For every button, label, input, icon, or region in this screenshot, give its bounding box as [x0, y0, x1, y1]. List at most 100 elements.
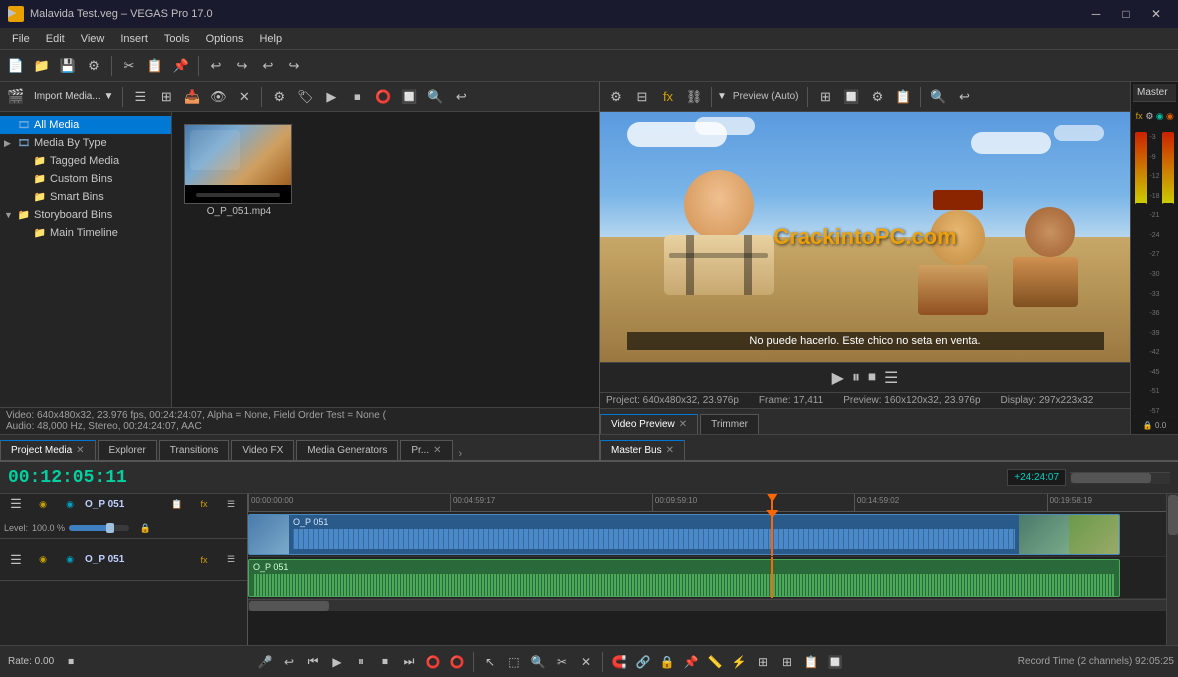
play-button[interactable]: ▶: [319, 85, 343, 109]
fx-button[interactable]: fx: [1135, 104, 1143, 128]
media-item-1[interactable]: O_P_051.mp4: [184, 124, 294, 217]
tab-close-icon[interactable]: ✕: [76, 445, 84, 456]
tab-master-bus[interactable]: Master Bus ✕: [600, 440, 685, 460]
cut-button[interactable]: ✂: [117, 54, 141, 78]
tree-custom-bins[interactable]: 📁 Custom Bins: [0, 170, 171, 188]
preview-stop-button[interactable]: ⏹: [868, 369, 876, 387]
tree-media-by-type[interactable]: ▶ 🎞 Media By Type: [0, 134, 171, 152]
close-media-button[interactable]: ✕: [232, 85, 256, 109]
preview-menu-button[interactable]: ☰: [884, 368, 898, 388]
tab-video-preview[interactable]: Video Preview ✕: [600, 414, 698, 434]
audio-solo[interactable]: ◉: [58, 548, 82, 572]
auto-button[interactable]: ⚡: [728, 651, 750, 673]
preview-safe-button[interactable]: 🔲: [839, 85, 863, 109]
marker-button[interactable]: 📌: [680, 651, 702, 673]
preview-chain-button[interactable]: ⛓: [682, 85, 706, 109]
timeline-h-scrollbar[interactable]: [248, 599, 1166, 611]
zoom-tool[interactable]: 🔍: [527, 651, 549, 673]
audio-collapse[interactable]: ☰: [219, 548, 243, 572]
track-collapse[interactable]: ☰: [219, 494, 243, 516]
level-handle[interactable]: [106, 523, 114, 533]
delete-tool[interactable]: ✕: [575, 651, 597, 673]
master-settings[interactable]: ⚙: [1145, 104, 1153, 128]
rec-play[interactable]: ▶: [326, 651, 348, 673]
menu-help[interactable]: Help: [251, 31, 290, 47]
save-button[interactable]: 💾: [56, 54, 80, 78]
mic-button[interactable]: 🎤: [254, 651, 276, 673]
tree-storyboard-bins[interactable]: ▼ 📁 Storyboard Bins: [0, 206, 171, 224]
tab-video-fx[interactable]: Video FX: [231, 440, 294, 460]
timeline-scrollbar-h[interactable]: [1070, 472, 1170, 484]
select-tool[interactable]: ⬚: [503, 651, 525, 673]
cursor-tool[interactable]: ↖: [479, 651, 501, 673]
preview-zoom-in[interactable]: ↩: [952, 85, 976, 109]
video-clip[interactable]: O_P 051: [248, 514, 1120, 555]
tree-main-timeline[interactable]: 📁 Main Timeline: [0, 224, 171, 242]
rec-loop[interactable]: ⭕: [422, 651, 444, 673]
preview-grid-button[interactable]: ⊞: [813, 85, 837, 109]
preview-settings-button[interactable]: ⚙: [604, 85, 628, 109]
tab-project-media[interactable]: Project Media ✕: [0, 440, 96, 460]
more-button4[interactable]: 🔲: [824, 651, 846, 673]
timeline-v-scrollbar[interactable]: [1166, 494, 1178, 645]
menu-view[interactable]: View: [73, 31, 113, 47]
audio-clip[interactable]: O_P 051: [248, 559, 1120, 597]
tab-trimmer[interactable]: Trimmer: [700, 414, 759, 434]
region-button[interactable]: 📏: [704, 651, 726, 673]
rec-end[interactable]: ⏭: [398, 651, 420, 673]
tab-transitions[interactable]: Transitions: [159, 440, 230, 460]
ripple-button[interactable]: 🔗: [632, 651, 654, 673]
preview-snap-button[interactable]: 📋: [891, 85, 915, 109]
close-button[interactable]: ✕: [1142, 4, 1170, 24]
track-expand[interactable]: ☰: [4, 494, 28, 516]
reset-button[interactable]: ↩: [449, 85, 473, 109]
rec-pause[interactable]: ⏸: [350, 651, 372, 673]
level-slider[interactable]: [69, 525, 129, 531]
menu-options[interactable]: Options: [198, 31, 252, 47]
preview-pause-button[interactable]: ⏸: [852, 369, 860, 387]
preview-fx-button[interactable]: fx: [656, 85, 680, 109]
cut-tool[interactable]: ✂: [551, 651, 573, 673]
preview-split-button[interactable]: ⊟: [630, 85, 654, 109]
maximize-button[interactable]: □: [1112, 4, 1140, 24]
tree-all-media[interactable]: 🎞 All Media: [0, 116, 171, 134]
open-button[interactable]: 📁: [30, 54, 54, 78]
undo-button[interactable]: ↩: [204, 54, 228, 78]
audio-expand[interactable]: ☰: [4, 548, 28, 572]
loop-button[interactable]: ⭕: [371, 85, 395, 109]
magnify-button[interactable]: 🔍: [423, 85, 447, 109]
tree-tagged-media[interactable]: 📁 Tagged Media: [0, 152, 171, 170]
tab-pr-close[interactable]: ✕: [433, 445, 441, 456]
import-media-button[interactable]: Import Media... ▼: [30, 85, 117, 109]
rec-to-start[interactable]: ⏮: [302, 651, 324, 673]
preview-mode-dropdown[interactable]: Preview (Auto): [729, 85, 803, 109]
menu-insert[interactable]: Insert: [112, 31, 156, 47]
tab-explorer[interactable]: Explorer: [98, 440, 157, 460]
rate-reset[interactable]: ⏹: [60, 651, 82, 673]
audio-mute[interactable]: ◉: [31, 548, 55, 572]
master-something2[interactable]: ◉: [1166, 104, 1174, 128]
master-something[interactable]: ◉: [1156, 104, 1164, 128]
v-scroll-thumb[interactable]: [1168, 495, 1178, 535]
lock-button[interactable]: 🔒: [656, 651, 678, 673]
tab-add-button[interactable]: ›: [455, 448, 467, 460]
tag-button[interactable]: 🏷: [293, 85, 317, 109]
more-button2[interactable]: ⊞: [776, 651, 798, 673]
track-fx[interactable]: fx: [192, 494, 216, 516]
menu-file[interactable]: File: [4, 31, 38, 47]
properties-button[interactable]: ⚙: [82, 54, 106, 78]
rec-rewind[interactable]: ↩: [278, 651, 300, 673]
copy-button[interactable]: 📋: [143, 54, 167, 78]
preview-play-button[interactable]: ▶: [832, 368, 844, 388]
rec-loop2[interactable]: ⭕: [446, 651, 468, 673]
tab-vp-close[interactable]: ✕: [679, 419, 687, 430]
track-solo[interactable]: ◉: [58, 494, 82, 516]
level-lock[interactable]: 🔒: [133, 516, 157, 540]
tab-media-generators[interactable]: Media Generators: [296, 440, 398, 460]
menu-edit[interactable]: Edit: [38, 31, 73, 47]
scroll-thumb[interactable]: [1071, 473, 1151, 483]
track-automation[interactable]: 📋: [165, 494, 189, 516]
stop-button[interactable]: ⏹: [345, 85, 369, 109]
redo-button[interactable]: ↪: [230, 54, 254, 78]
minimize-button[interactable]: ─: [1082, 4, 1110, 24]
